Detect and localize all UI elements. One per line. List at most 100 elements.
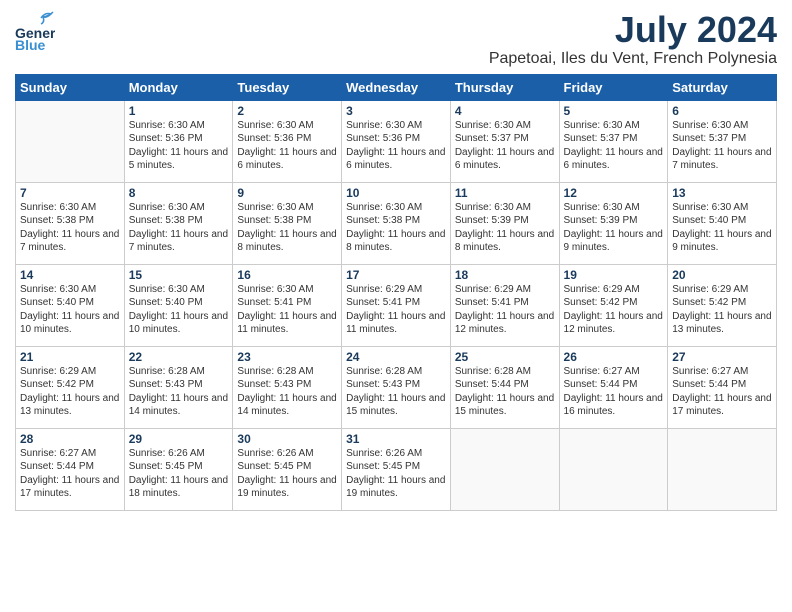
day-info: Sunrise: 6:27 AM Sunset: 5:44 PM Dayligh… bbox=[672, 365, 772, 419]
day-number: 9 bbox=[237, 186, 337, 200]
calendar-cell: 26 Sunrise: 6:27 AM Sunset: 5:44 PM Dayl… bbox=[559, 346, 668, 428]
sunset-text: Sunset: 5:37 PM bbox=[455, 133, 529, 144]
calendar-cell: 28 Sunrise: 6:27 AM Sunset: 5:44 PM Dayl… bbox=[16, 428, 125, 510]
logo: General Blue bbox=[15, 10, 55, 50]
calendar-header-row: Sunday Monday Tuesday Wednesday Thursday… bbox=[16, 74, 777, 100]
daylight-text: Daylight: 11 hours and 8 minutes. bbox=[237, 229, 336, 254]
sunrise-text: Sunrise: 6:28 AM bbox=[346, 366, 422, 377]
day-number: 17 bbox=[346, 268, 446, 282]
sunrise-text: Sunrise: 6:30 AM bbox=[346, 202, 422, 213]
daylight-text: Daylight: 11 hours and 19 minutes. bbox=[237, 475, 336, 500]
calendar-cell: 14 Sunrise: 6:30 AM Sunset: 5:40 PM Dayl… bbox=[16, 264, 125, 346]
svg-text:Blue: Blue bbox=[15, 37, 46, 50]
sunrise-text: Sunrise: 6:26 AM bbox=[237, 448, 313, 459]
day-number: 13 bbox=[672, 186, 772, 200]
calendar-cell bbox=[559, 428, 668, 510]
sunrise-text: Sunrise: 6:29 AM bbox=[672, 284, 748, 295]
sunrise-text: Sunrise: 6:26 AM bbox=[346, 448, 422, 459]
sunrise-text: Sunrise: 6:30 AM bbox=[564, 202, 640, 213]
day-number: 6 bbox=[672, 104, 772, 118]
calendar-cell: 15 Sunrise: 6:30 AM Sunset: 5:40 PM Dayl… bbox=[124, 264, 233, 346]
sunset-text: Sunset: 5:39 PM bbox=[455, 215, 529, 226]
col-saturday: Saturday bbox=[668, 74, 777, 100]
calendar-cell: 6 Sunrise: 6:30 AM Sunset: 5:37 PM Dayli… bbox=[668, 100, 777, 182]
sunrise-text: Sunrise: 6:29 AM bbox=[20, 366, 96, 377]
calendar-cell bbox=[450, 428, 559, 510]
sunset-text: Sunset: 5:44 PM bbox=[20, 461, 94, 472]
sunrise-text: Sunrise: 6:30 AM bbox=[129, 202, 205, 213]
sunrise-text: Sunrise: 6:30 AM bbox=[455, 202, 531, 213]
day-number: 15 bbox=[129, 268, 229, 282]
col-monday: Monday bbox=[124, 74, 233, 100]
daylight-text: Daylight: 11 hours and 15 minutes. bbox=[455, 393, 554, 418]
calendar-cell: 9 Sunrise: 6:30 AM Sunset: 5:38 PM Dayli… bbox=[233, 182, 342, 264]
calendar-cell: 23 Sunrise: 6:28 AM Sunset: 5:43 PM Dayl… bbox=[233, 346, 342, 428]
sunrise-text: Sunrise: 6:29 AM bbox=[346, 284, 422, 295]
daylight-text: Daylight: 11 hours and 7 minutes. bbox=[129, 229, 228, 254]
sunrise-text: Sunrise: 6:30 AM bbox=[237, 202, 313, 213]
day-number: 2 bbox=[237, 104, 337, 118]
logo-bird-icon: General Blue bbox=[15, 10, 55, 50]
daylight-text: Daylight: 11 hours and 14 minutes. bbox=[129, 393, 228, 418]
daylight-text: Daylight: 11 hours and 18 minutes. bbox=[129, 475, 228, 500]
sunrise-text: Sunrise: 6:29 AM bbox=[455, 284, 531, 295]
day-info: Sunrise: 6:30 AM Sunset: 5:40 PM Dayligh… bbox=[20, 283, 120, 337]
sunrise-text: Sunrise: 6:28 AM bbox=[129, 366, 205, 377]
daylight-text: Daylight: 11 hours and 12 minutes. bbox=[564, 311, 663, 336]
day-info: Sunrise: 6:29 AM Sunset: 5:41 PM Dayligh… bbox=[455, 283, 555, 337]
calendar-cell: 22 Sunrise: 6:28 AM Sunset: 5:43 PM Dayl… bbox=[124, 346, 233, 428]
day-number: 22 bbox=[129, 350, 229, 364]
sunset-text: Sunset: 5:44 PM bbox=[672, 379, 746, 390]
sunset-text: Sunset: 5:42 PM bbox=[20, 379, 94, 390]
calendar-cell: 7 Sunrise: 6:30 AM Sunset: 5:38 PM Dayli… bbox=[16, 182, 125, 264]
day-info: Sunrise: 6:30 AM Sunset: 5:37 PM Dayligh… bbox=[455, 119, 555, 173]
day-info: Sunrise: 6:30 AM Sunset: 5:38 PM Dayligh… bbox=[346, 201, 446, 255]
sunset-text: Sunset: 5:38 PM bbox=[129, 215, 203, 226]
day-info: Sunrise: 6:30 AM Sunset: 5:39 PM Dayligh… bbox=[455, 201, 555, 255]
calendar-cell: 19 Sunrise: 6:29 AM Sunset: 5:42 PM Dayl… bbox=[559, 264, 668, 346]
sunset-text: Sunset: 5:45 PM bbox=[237, 461, 311, 472]
day-info: Sunrise: 6:29 AM Sunset: 5:42 PM Dayligh… bbox=[672, 283, 772, 337]
sunset-text: Sunset: 5:38 PM bbox=[237, 215, 311, 226]
calendar-cell: 21 Sunrise: 6:29 AM Sunset: 5:42 PM Dayl… bbox=[16, 346, 125, 428]
day-number: 30 bbox=[237, 432, 337, 446]
sunset-text: Sunset: 5:41 PM bbox=[346, 297, 420, 308]
sunrise-text: Sunrise: 6:27 AM bbox=[564, 366, 640, 377]
sunset-text: Sunset: 5:38 PM bbox=[20, 215, 94, 226]
daylight-text: Daylight: 11 hours and 10 minutes. bbox=[129, 311, 228, 336]
sunrise-text: Sunrise: 6:30 AM bbox=[237, 120, 313, 131]
day-number: 10 bbox=[346, 186, 446, 200]
day-info: Sunrise: 6:30 AM Sunset: 5:36 PM Dayligh… bbox=[346, 119, 446, 173]
sunrise-text: Sunrise: 6:27 AM bbox=[672, 366, 748, 377]
day-number: 18 bbox=[455, 268, 555, 282]
day-info: Sunrise: 6:30 AM Sunset: 5:38 PM Dayligh… bbox=[20, 201, 120, 255]
day-number: 12 bbox=[564, 186, 664, 200]
daylight-text: Daylight: 11 hours and 8 minutes. bbox=[455, 229, 554, 254]
calendar-cell: 16 Sunrise: 6:30 AM Sunset: 5:41 PM Dayl… bbox=[233, 264, 342, 346]
day-info: Sunrise: 6:30 AM Sunset: 5:37 PM Dayligh… bbox=[564, 119, 664, 173]
day-info: Sunrise: 6:27 AM Sunset: 5:44 PM Dayligh… bbox=[564, 365, 664, 419]
calendar-cell: 27 Sunrise: 6:27 AM Sunset: 5:44 PM Dayl… bbox=[668, 346, 777, 428]
calendar-cell: 13 Sunrise: 6:30 AM Sunset: 5:40 PM Dayl… bbox=[668, 182, 777, 264]
page-container: General Blue July 2024 Papetoai, Iles du… bbox=[0, 0, 792, 612]
daylight-text: Daylight: 11 hours and 9 minutes. bbox=[564, 229, 663, 254]
day-number: 11 bbox=[455, 186, 555, 200]
col-sunday: Sunday bbox=[16, 74, 125, 100]
sunset-text: Sunset: 5:36 PM bbox=[237, 133, 311, 144]
day-number: 4 bbox=[455, 104, 555, 118]
sunset-text: Sunset: 5:45 PM bbox=[129, 461, 203, 472]
day-info: Sunrise: 6:30 AM Sunset: 5:36 PM Dayligh… bbox=[237, 119, 337, 173]
calendar-table: Sunday Monday Tuesday Wednesday Thursday… bbox=[15, 74, 777, 511]
day-info: Sunrise: 6:26 AM Sunset: 5:45 PM Dayligh… bbox=[346, 447, 446, 501]
day-number: 23 bbox=[237, 350, 337, 364]
daylight-text: Daylight: 11 hours and 19 minutes. bbox=[346, 475, 445, 500]
header: General Blue July 2024 Papetoai, Iles du… bbox=[15, 10, 777, 68]
day-number: 24 bbox=[346, 350, 446, 364]
calendar-week-row-0: 1 Sunrise: 6:30 AM Sunset: 5:36 PM Dayli… bbox=[16, 100, 777, 182]
location-title: Papetoai, Iles du Vent, French Polynesia bbox=[489, 50, 777, 68]
sunrise-text: Sunrise: 6:30 AM bbox=[564, 120, 640, 131]
title-block: July 2024 Papetoai, Iles du Vent, French… bbox=[489, 10, 777, 68]
day-info: Sunrise: 6:28 AM Sunset: 5:43 PM Dayligh… bbox=[237, 365, 337, 419]
calendar-week-row-2: 14 Sunrise: 6:30 AM Sunset: 5:40 PM Dayl… bbox=[16, 264, 777, 346]
day-info: Sunrise: 6:30 AM Sunset: 5:38 PM Dayligh… bbox=[237, 201, 337, 255]
